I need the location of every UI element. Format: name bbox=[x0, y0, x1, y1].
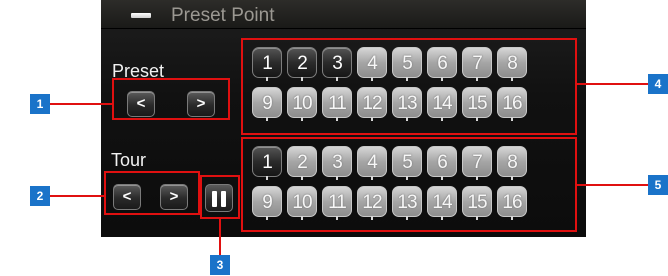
preset-number-button-3[interactable]: 3 bbox=[322, 47, 352, 81]
tour-number-button-6[interactable]: 6 bbox=[427, 146, 457, 180]
tour-number-button-8[interactable]: 8 bbox=[497, 146, 527, 180]
preset-number-button-6[interactable]: 6 bbox=[427, 47, 457, 81]
preset-number-button-13[interactable]: 13 bbox=[392, 87, 422, 121]
callout-line-3 bbox=[219, 219, 221, 255]
preset-number-button-2[interactable]: 2 bbox=[287, 47, 317, 81]
tour-number-button-11[interactable]: 11 bbox=[322, 186, 352, 220]
tour-number-button-7[interactable]: 7 bbox=[462, 146, 492, 180]
tour-pause-button[interactable] bbox=[205, 184, 233, 212]
tour-number-button-2[interactable]: 2 bbox=[287, 146, 317, 180]
tour-number-button-5[interactable]: 5 bbox=[392, 146, 422, 180]
pause-icon-bar-left bbox=[212, 191, 217, 207]
callout-badge-1: 1 bbox=[30, 94, 50, 114]
tour-number-button-12[interactable]: 12 bbox=[357, 186, 387, 220]
preset-prev-button[interactable]: < bbox=[127, 91, 155, 117]
preset-number-button-15[interactable]: 15 bbox=[462, 87, 492, 121]
preset-number-button-14[interactable]: 14 bbox=[427, 87, 457, 121]
preset-number-button-9[interactable]: 9 bbox=[252, 87, 282, 121]
preset-number-button-12[interactable]: 12 bbox=[357, 87, 387, 121]
preset-number-button-11[interactable]: 11 bbox=[322, 87, 352, 121]
tour-number-button-13[interactable]: 13 bbox=[392, 186, 422, 220]
preset-number-button-8[interactable]: 8 bbox=[497, 47, 527, 81]
tour-number-button-9[interactable]: 9 bbox=[252, 186, 282, 220]
preset-number-button-4[interactable]: 4 bbox=[357, 47, 387, 81]
preset-number-button-5[interactable]: 5 bbox=[392, 47, 422, 81]
callout-badge-3: 3 bbox=[210, 255, 230, 275]
tour-number-grid: 1 2 3 4 5 6 7 8 9 10 11 12 13 14 15 16 bbox=[252, 146, 527, 220]
panel-title: Preset Point bbox=[171, 5, 275, 26]
collapse-icon[interactable] bbox=[131, 13, 151, 18]
callout-line-1 bbox=[50, 103, 112, 105]
preset-number-button-10[interactable]: 10 bbox=[287, 87, 317, 121]
preset-next-button[interactable]: > bbox=[187, 91, 215, 117]
callout-badge-4: 4 bbox=[648, 74, 668, 94]
callout-line-4 bbox=[577, 83, 648, 85]
callout-badge-5: 5 bbox=[648, 175, 668, 195]
callout-line-2 bbox=[50, 195, 104, 197]
preset-number-button-16[interactable]: 16 bbox=[497, 87, 527, 121]
tour-prev-button[interactable]: < bbox=[113, 184, 141, 210]
tour-number-button-10[interactable]: 10 bbox=[287, 186, 317, 220]
tour-number-button-14[interactable]: 14 bbox=[427, 186, 457, 220]
tour-label: Tour bbox=[111, 150, 147, 170]
tour-number-button-3[interactable]: 3 bbox=[322, 146, 352, 180]
callout-line-5 bbox=[577, 184, 648, 186]
tour-number-button-1[interactable]: 1 bbox=[252, 146, 282, 180]
preset-number-grid: 1 2 3 4 5 6 7 8 9 10 11 12 13 14 15 16 bbox=[252, 47, 527, 121]
callout-badge-2: 2 bbox=[30, 186, 50, 206]
preset-number-button-7[interactable]: 7 bbox=[462, 47, 492, 81]
preset-number-button-1[interactable]: 1 bbox=[252, 47, 282, 81]
tour-next-button[interactable]: > bbox=[160, 184, 188, 210]
tour-number-button-15[interactable]: 15 bbox=[462, 186, 492, 220]
pause-icon-bar-right bbox=[221, 191, 226, 207]
tour-number-button-16[interactable]: 16 bbox=[497, 186, 527, 220]
tour-number-button-4[interactable]: 4 bbox=[357, 146, 387, 180]
panel-header: Preset Point bbox=[101, 0, 586, 29]
